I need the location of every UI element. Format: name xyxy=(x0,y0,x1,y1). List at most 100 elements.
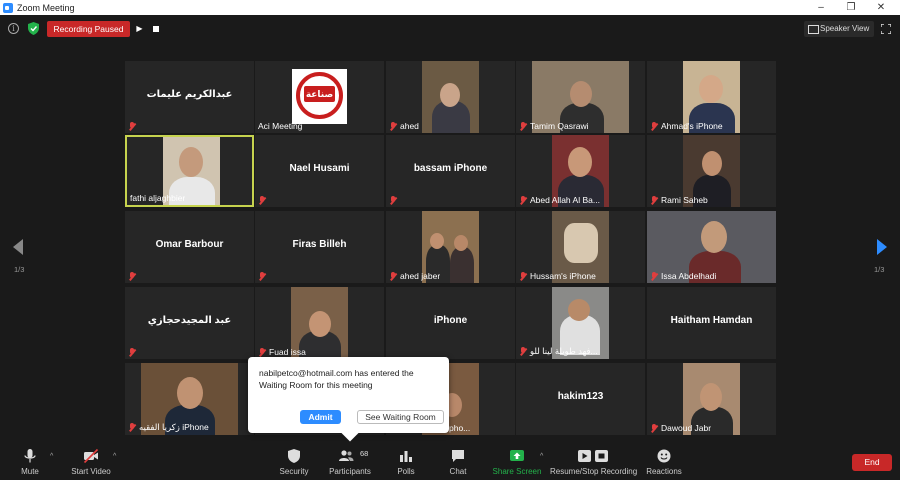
resume-recording-button[interactable]: ▶ xyxy=(133,21,146,37)
speaker-view-button[interactable]: Speaker View xyxy=(804,21,874,37)
page-indicator-right: 1/3 xyxy=(874,265,885,274)
participant-tile[interactable]: Issa Abdelhadi xyxy=(647,211,776,283)
participant-tile[interactable]: Firas Billeh xyxy=(255,211,384,283)
shield-icon xyxy=(288,449,300,463)
participant-tile[interactable]: صناعة Aci Meeting xyxy=(255,61,384,133)
meeting-top-bar: i Recording Paused ▶ Speaker View xyxy=(0,15,900,42)
waiting-room-notification: nabilpetco@hotmail.com has entered the W… xyxy=(248,357,449,442)
participant-tile[interactable]: Tamim Qasrawi xyxy=(516,61,645,133)
participants-button[interactable]: 68 Participants xyxy=(328,442,372,480)
participant-tile[interactable]: Fuad issa xyxy=(255,287,384,359)
participant-video xyxy=(422,61,479,133)
arrow-right-icon[interactable] xyxy=(875,239,889,255)
participant-caption: Issa Abdelhadi xyxy=(650,271,716,281)
chat-button[interactable]: Chat xyxy=(444,442,472,480)
fullscreen-icon[interactable] xyxy=(881,24,891,34)
participant-tile[interactable]: فهد طويلة لينا للو... xyxy=(516,287,645,359)
arrow-left-icon[interactable] xyxy=(11,239,25,255)
participant-tile[interactable]: Ahmad's iPhone xyxy=(647,61,776,133)
end-meeting-button[interactable]: End xyxy=(852,454,892,471)
mic-muted-icon xyxy=(128,272,136,281)
participant-name: عبد المجيدحجازي xyxy=(147,315,232,326)
participant-caption: زكريا الفقيه iPhone xyxy=(128,422,209,433)
participant-caption xyxy=(128,122,139,131)
reactions-button[interactable]: Reactions xyxy=(645,442,683,480)
mic-muted-icon xyxy=(389,196,397,205)
participant-tile[interactable]: bassam iPhone xyxy=(386,135,515,207)
stop-recording-button[interactable] xyxy=(150,21,163,37)
participant-caption xyxy=(128,348,139,357)
participant-tile[interactable]: Omar Barbour xyxy=(125,211,254,283)
participant-tile[interactable]: Hussam's iPhone xyxy=(516,211,645,283)
mic-muted-icon xyxy=(650,271,658,281)
minimize-button[interactable]: – xyxy=(806,0,836,15)
participant-caption: ahed jaber xyxy=(389,271,440,281)
resume-stop-recording-button[interactable]: Resume/Stop Recording xyxy=(550,442,637,480)
admit-button[interactable]: Admit xyxy=(300,410,341,424)
page-indicator-left: 1/3 xyxy=(14,265,25,274)
info-icon[interactable]: i xyxy=(8,23,19,34)
participant-caption: Ahmad's iPhone xyxy=(650,121,723,131)
participant-tile[interactable]: iPhone xyxy=(386,287,515,359)
speaker-view-label: Speaker View xyxy=(820,24,870,33)
participants-count: 68 xyxy=(360,449,369,458)
maximize-button[interactable]: ❐ xyxy=(836,0,866,15)
participant-caption xyxy=(389,196,400,205)
window-titlebar: Zoom Meeting – ❐ ✕ xyxy=(0,0,900,15)
mute-button[interactable]: Mute xyxy=(14,442,46,480)
mic-muted-icon xyxy=(650,195,658,205)
share-icon xyxy=(510,450,524,461)
record-icon xyxy=(578,450,608,462)
start-video-button[interactable]: Start Video xyxy=(68,442,114,480)
mic-muted-icon xyxy=(128,423,136,432)
close-button[interactable]: ✕ xyxy=(866,0,896,15)
polls-button[interactable]: Polls xyxy=(392,442,420,480)
meeting-toolbar: Mute ^ Start Video ^ Security 68 Partici… xyxy=(0,442,900,480)
poll-icon xyxy=(400,451,412,462)
participant-caption: Dawoud Jabr xyxy=(650,423,711,433)
share-screen-button[interactable]: Share Screen xyxy=(492,442,542,480)
participant-caption: Hussam's iPhone xyxy=(519,271,596,281)
participant-tile[interactable]: Rami Saheb xyxy=(647,135,776,207)
see-waiting-room-button[interactable]: See Waiting Room xyxy=(357,410,444,424)
participant-tile[interactable]: عبد المجيدحجازي xyxy=(125,287,254,359)
participant-tile-active-speaker[interactable]: fathi aljaghbier xyxy=(125,135,254,207)
mic-muted-icon xyxy=(258,196,266,205)
mute-options-caret[interactable]: ^ xyxy=(50,453,53,460)
participant-caption: Rami Saheb xyxy=(650,195,708,205)
participant-tile[interactable]: Haitham Hamdan xyxy=(647,287,776,359)
video-options-caret[interactable]: ^ xyxy=(113,453,116,460)
participant-tile[interactable]: ahed jaber xyxy=(386,211,515,283)
participant-name: Firas Billeh xyxy=(292,239,347,250)
play-icon: ▶ xyxy=(136,24,143,33)
recording-status-badge: Recording Paused xyxy=(47,21,130,37)
people-icon xyxy=(338,450,354,461)
participant-caption: fathi aljaghbier xyxy=(130,193,186,203)
participant-caption: Fuad issa xyxy=(258,347,306,357)
participant-caption: Tamim Qasrawi xyxy=(519,121,589,131)
participant-tile[interactable]: زكريا الفقيه iPhone xyxy=(125,363,254,435)
participant-tile[interactable]: hakim123 xyxy=(516,363,645,435)
participant-tile[interactable]: عبدالكريم عليمات xyxy=(125,61,254,133)
participant-caption: فهد طويلة لينا للو... xyxy=(519,346,598,357)
mic-muted-icon xyxy=(519,195,527,205)
participant-name: hakim123 xyxy=(557,391,604,402)
mic-muted-icon xyxy=(519,271,527,281)
mic-muted-icon xyxy=(128,122,136,131)
video-off-icon xyxy=(83,448,99,464)
shield-icon[interactable] xyxy=(28,22,39,35)
share-options-caret[interactable]: ^ xyxy=(540,453,543,460)
window-title: Zoom Meeting xyxy=(17,2,75,13)
security-button[interactable]: Security xyxy=(276,442,312,480)
aci-logo: صناعة xyxy=(292,69,347,124)
participant-caption: Aci Meeting xyxy=(258,121,303,131)
zoom-app-icon xyxy=(3,2,13,13)
participant-caption xyxy=(258,272,269,281)
chat-icon xyxy=(452,450,464,462)
participant-tile[interactable]: ahed xyxy=(386,61,515,133)
participant-tile[interactable]: Nael Husami xyxy=(255,135,384,207)
participant-tile[interactable]: Dawoud Jabr xyxy=(647,363,776,435)
mic-muted-icon xyxy=(519,121,527,131)
mic-muted-icon xyxy=(389,121,397,131)
participant-tile[interactable]: Abed Allah Al Ba... xyxy=(516,135,645,207)
